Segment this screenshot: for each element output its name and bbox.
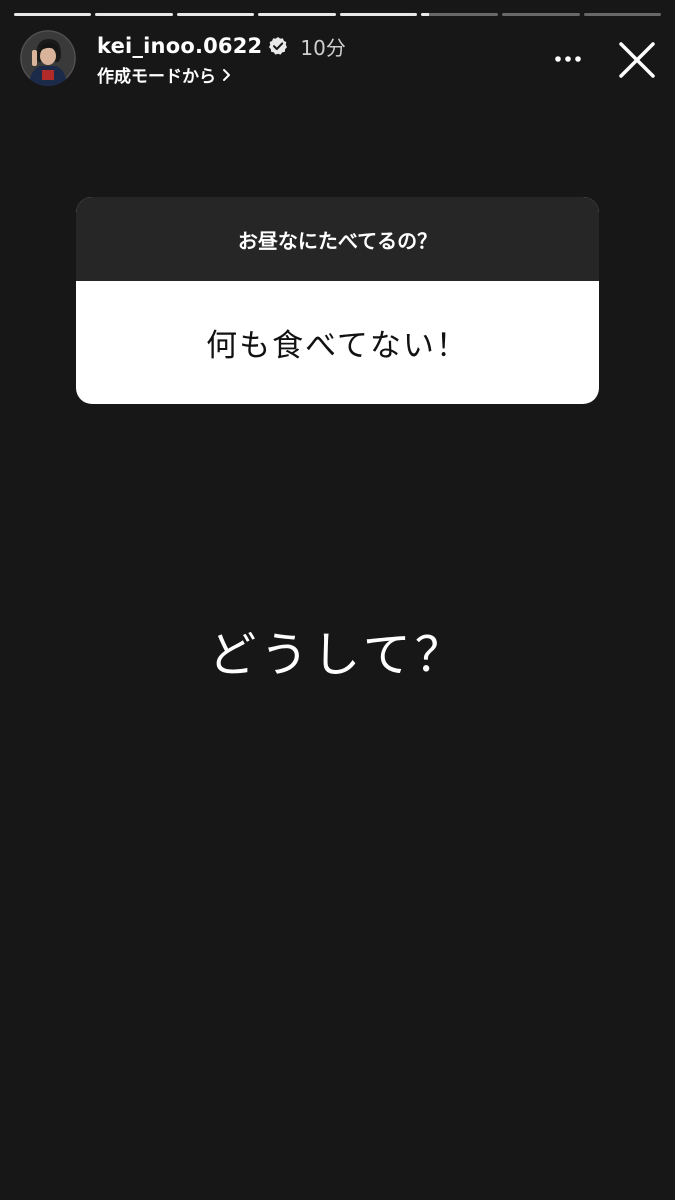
progress-segment xyxy=(583,13,661,16)
story-reply-text: どうして？ xyxy=(208,627,467,683)
progress-segment-fill xyxy=(258,13,336,16)
progress-segment xyxy=(95,13,173,16)
story-progress-bar xyxy=(14,13,661,16)
progress-segment xyxy=(176,13,255,16)
progress-segment xyxy=(502,13,580,16)
progress-segment-fill xyxy=(14,13,92,16)
name-row: kei_inoo.0622 10分 xyxy=(97,32,346,60)
chevron-right-icon xyxy=(223,68,230,81)
progress-segment-fill xyxy=(176,13,255,16)
progress-segment-fill xyxy=(420,13,429,16)
story-viewer: kei_inoo.0622 10分 作成モードから お昼なにたべてるの？ 何も食… xyxy=(0,0,675,1200)
profile-avatar[interactable] xyxy=(20,30,76,86)
progress-segment xyxy=(14,13,92,16)
source-label: 作成モードから xyxy=(97,67,216,87)
progress-segment-fill xyxy=(339,13,417,16)
sticker-question: お昼なにたべてるの？ xyxy=(76,197,599,281)
avatar-image xyxy=(20,30,76,86)
source-link[interactable]: 作成モードから xyxy=(97,62,346,87)
close-icon[interactable] xyxy=(615,38,659,82)
verified-badge-icon xyxy=(269,37,288,55)
post-time: 10分 xyxy=(300,35,346,60)
progress-segment xyxy=(339,13,417,16)
progress-segment-fill xyxy=(95,13,173,16)
more-horizontal-icon[interactable] xyxy=(553,46,583,72)
progress-segment xyxy=(258,13,336,16)
sticker-answer: 何も食べてない！ xyxy=(206,328,469,364)
progress-segment xyxy=(420,13,499,16)
story-header: kei_inoo.0622 10分 作成モードから xyxy=(20,30,661,92)
question-sticker: お昼なにたべてるの？ 何も食べてない！ xyxy=(76,197,599,404)
username[interactable]: kei_inoo.0622 xyxy=(97,34,262,58)
user-info: kei_inoo.0622 10分 作成モードから xyxy=(97,32,346,87)
